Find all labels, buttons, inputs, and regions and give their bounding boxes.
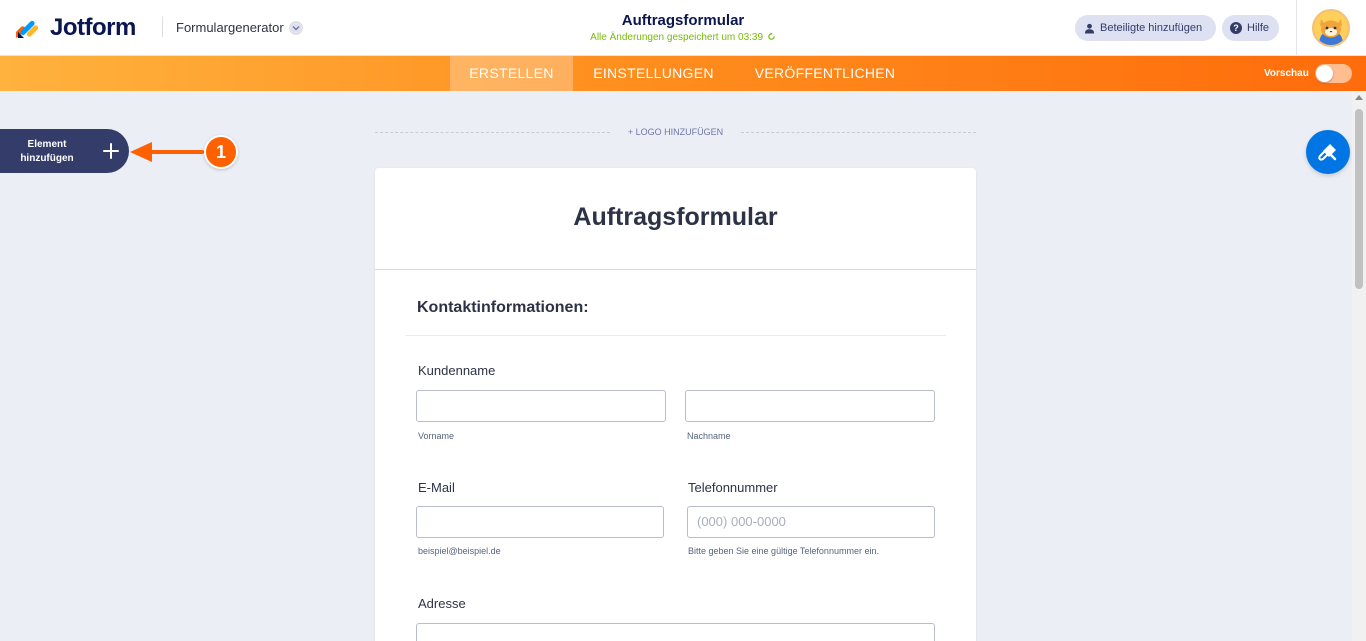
help-button[interactable]: ? Hilfe	[1222, 15, 1279, 41]
avatar[interactable]	[1312, 9, 1350, 47]
help-label: Hilfe	[1247, 22, 1270, 34]
scroll-up-arrow[interactable]	[1355, 95, 1363, 100]
svg-text:?: ?	[1233, 23, 1239, 33]
last-name-field[interactable]	[685, 390, 935, 422]
logo-divider-left	[375, 132, 610, 133]
invite-label: Beteiligte hinzufügen	[1100, 22, 1203, 34]
app-switcher[interactable]: Formulargenerator	[176, 20, 303, 35]
heading-divider	[375, 269, 976, 270]
help-icon: ?	[1230, 22, 1242, 34]
phone-sublabel: Bitte geben Sie eine gültige Telefonnumm…	[688, 546, 879, 556]
preview-toggle[interactable]	[1315, 64, 1352, 83]
preview-label: Vorschau	[1264, 68, 1309, 79]
top-header: Jotform Formulargenerator Auftragsformul…	[0, 0, 1366, 56]
logo-text: Jotform	[50, 14, 136, 41]
add-element-label: Element hinzufügen	[20, 139, 74, 164]
email-sublabel: beispiel@beispiel.de	[418, 546, 501, 556]
jotform-logo-icon	[16, 20, 39, 38]
tab-create[interactable]: ERSTELLEN	[450, 56, 573, 91]
form-heading[interactable]: Auftragsformular	[375, 203, 976, 232]
avatar-divider	[1296, 0, 1297, 56]
tab-publish[interactable]: VERÖFFENTLICHEN	[734, 56, 916, 91]
add-logo-link[interactable]: + LOGO HINZUFÜGEN	[610, 127, 741, 137]
phone-field[interactable]: (000) 000-0000	[687, 506, 935, 538]
first-name-field[interactable]	[416, 390, 666, 422]
save-status-text: Alle Änderungen gespeichert um 03:39	[590, 32, 764, 43]
email-label: E-Mail	[418, 480, 455, 495]
form-designer-button[interactable]	[1306, 130, 1350, 174]
plus-icon	[103, 143, 119, 159]
builder-navbar: ERSTELLEN EINSTELLUNGEN VERÖFFENTLICHEN …	[0, 56, 1366, 91]
section-title[interactable]: Kontaktinformationen:	[417, 299, 589, 317]
form-title: Auftragsformular	[621, 12, 745, 29]
add-element-button[interactable]: Element hinzufügen	[0, 129, 129, 173]
app-switcher-label: Formulargenerator	[176, 20, 284, 35]
logo-divider-right	[741, 132, 976, 133]
annotation-badge: 1	[204, 135, 238, 169]
refresh-icon[interactable]	[767, 32, 776, 41]
jotform-logo[interactable]: Jotform	[16, 14, 136, 42]
header-divider	[162, 17, 163, 37]
annotation-arrow-line	[148, 150, 204, 154]
scrollbar-thumb[interactable]	[1355, 109, 1363, 289]
scrollbar[interactable]	[1352, 91, 1366, 641]
phone-label: Telefonnummer	[688, 480, 778, 495]
user-icon	[1083, 22, 1095, 34]
section-divider	[405, 335, 946, 336]
chevron-down-icon	[288, 20, 303, 35]
first-name-sublabel: Vorname	[418, 431, 455, 441]
tab-settings[interactable]: EINSTELLUNGEN	[573, 56, 734, 91]
email-field[interactable]	[416, 506, 664, 538]
paint-roller-icon	[1318, 144, 1337, 161]
save-status: Alle Änderungen gespeichert um 03:39	[533, 32, 833, 43]
customer-name-label: Kundenname	[418, 363, 496, 378]
address-label: Adresse	[418, 596, 466, 611]
address-street-field[interactable]	[416, 623, 935, 641]
form-card: Auftragsformular Kontaktinformationen: K…	[375, 168, 976, 641]
preview-toggle-knob	[1316, 65, 1333, 82]
invite-collaborators-button[interactable]: Beteiligte hinzufügen	[1075, 15, 1216, 41]
last-name-sublabel: Nachname	[687, 431, 731, 441]
